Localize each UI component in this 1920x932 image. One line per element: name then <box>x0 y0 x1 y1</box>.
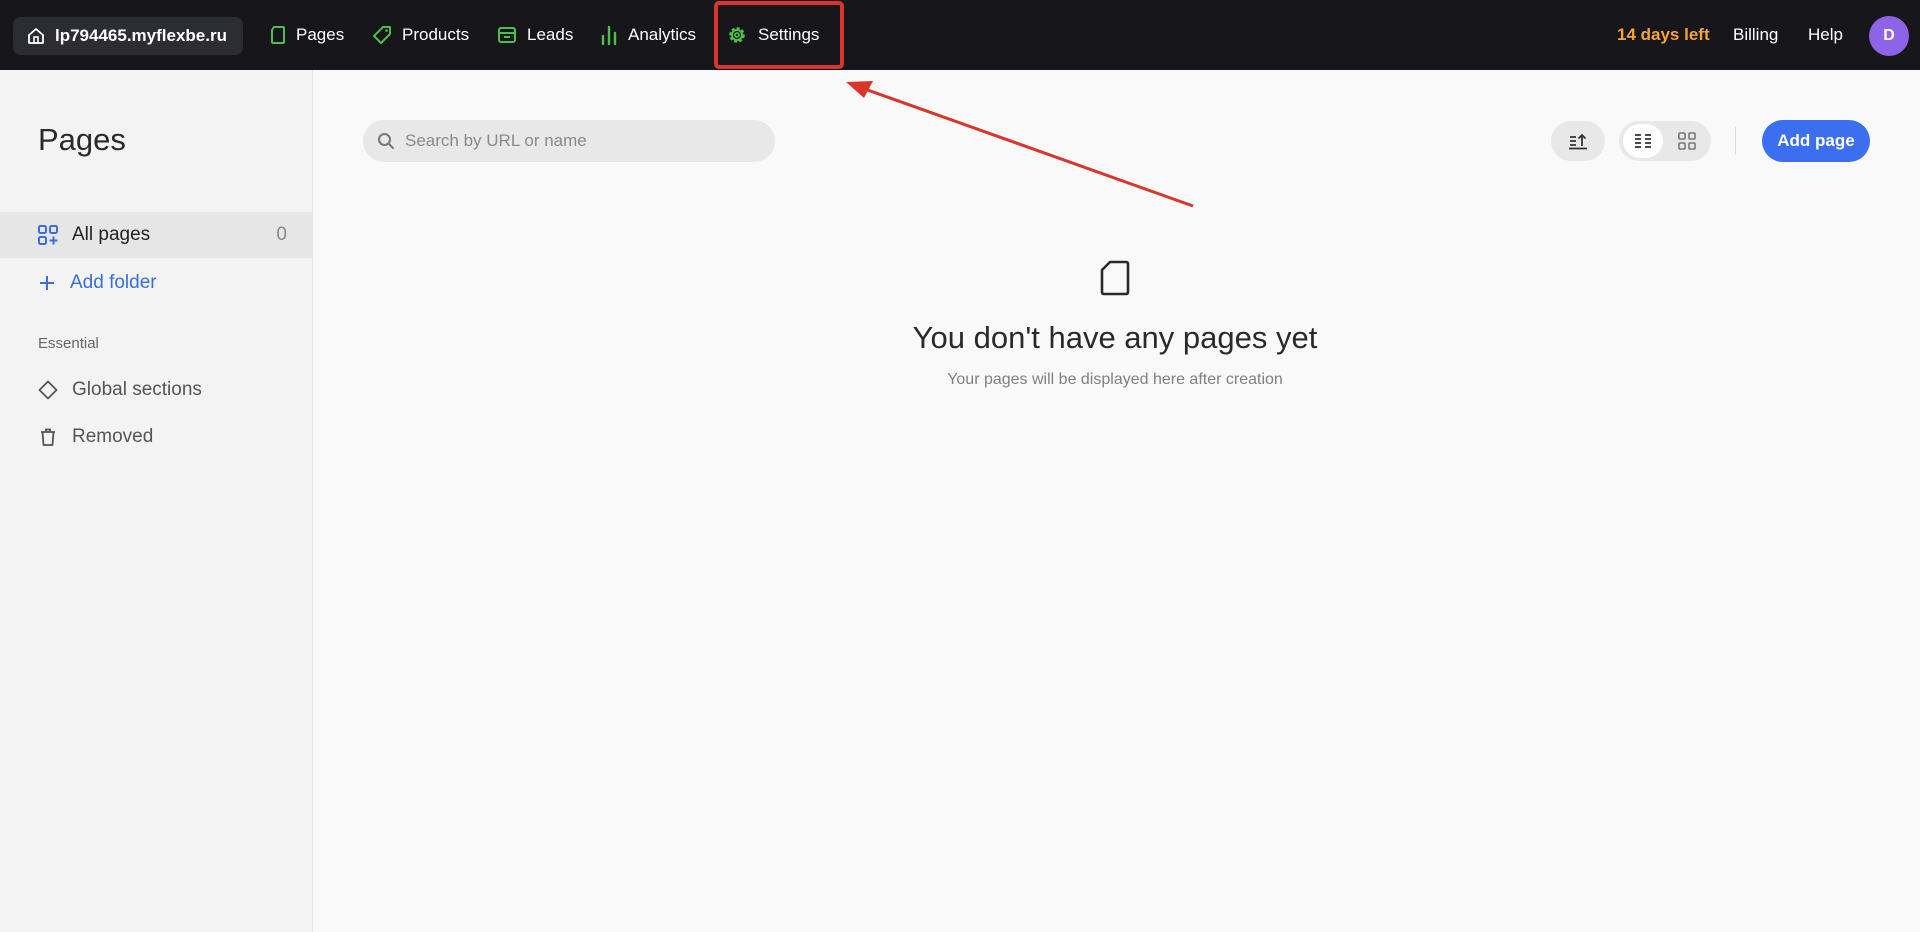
sort-button[interactable] <box>1551 121 1605 161</box>
list-view-button[interactable] <box>1623 124 1663 158</box>
grid-plus-icon <box>38 225 58 245</box>
nav-pages-label: Pages <box>296 25 345 44</box>
diamond-icon <box>38 380 58 400</box>
billing-link[interactable]: Billing <box>1733 0 1778 70</box>
view-toggle <box>1619 121 1711 161</box>
sidebar-item-removed[interactable]: Removed <box>0 414 313 460</box>
site-switcher[interactable]: lp794465.myflexbe.ru <box>13 17 243 55</box>
empty-state-subtitle: Your pages will be displayed here after … <box>947 371 1283 388</box>
sort-icon <box>1569 133 1587 150</box>
sidebar: Pages All pages 0 Add folder Essential G… <box>0 70 313 932</box>
add-folder-button[interactable]: Add folder <box>0 260 313 306</box>
page-icon <box>271 26 285 44</box>
grid-view-icon <box>1678 132 1696 150</box>
tag-icon <box>373 26 391 44</box>
sidebar-item-label: Global sections <box>72 379 202 400</box>
sidebar-item-label: All pages <box>72 224 151 245</box>
sidebar-item-global-sections[interactable]: Global sections <box>0 367 313 413</box>
add-page-button[interactable]: Add page <box>1762 120 1870 162</box>
nav-pages[interactable]: Pages <box>270 0 344 70</box>
trash-icon <box>41 428 55 446</box>
top-bar: lp794465.myflexbe.ru Pages Products Lead… <box>0 0 1920 70</box>
home-icon <box>28 28 44 44</box>
search-input[interactable] <box>405 131 755 151</box>
toolbar-divider <box>1735 127 1736 155</box>
empty-page-icon <box>1100 260 1130 296</box>
sidebar-item-all-pages[interactable]: All pages 0 <box>0 212 313 258</box>
site-domain: lp794465.myflexbe.ru <box>55 26 227 45</box>
sidebar-item-label: Removed <box>72 426 154 447</box>
grid-view-button[interactable] <box>1667 124 1707 158</box>
nav-products-label: Products <box>402 25 470 44</box>
nav-leads[interactable]: Leads <box>497 0 573 70</box>
search-bar[interactable] <box>363 120 775 162</box>
pages-count: 0 <box>276 224 287 245</box>
search-icon <box>378 133 394 149</box>
nav-leads-label: Leads <box>527 25 574 44</box>
bar-chart-icon <box>601 25 617 46</box>
settings-highlight-box <box>714 1 844 69</box>
plus-icon <box>40 276 54 290</box>
add-folder-label: Add folder <box>70 272 157 293</box>
nav-products[interactable]: Products <box>372 0 469 70</box>
sidebar-title: Pages <box>38 122 126 157</box>
avatar[interactable]: D <box>1869 16 1909 56</box>
nav-analytics[interactable]: Analytics <box>600 0 696 70</box>
help-link[interactable]: Help <box>1808 0 1843 70</box>
inbox-icon <box>498 27 516 43</box>
section-label-essential: Essential <box>38 335 99 352</box>
empty-state-title: You don't have any pages yet <box>912 320 1318 355</box>
nav-analytics-label: Analytics <box>628 25 697 44</box>
trial-days-left[interactable]: 14 days left <box>1617 0 1710 70</box>
list-view-icon <box>1635 134 1651 148</box>
